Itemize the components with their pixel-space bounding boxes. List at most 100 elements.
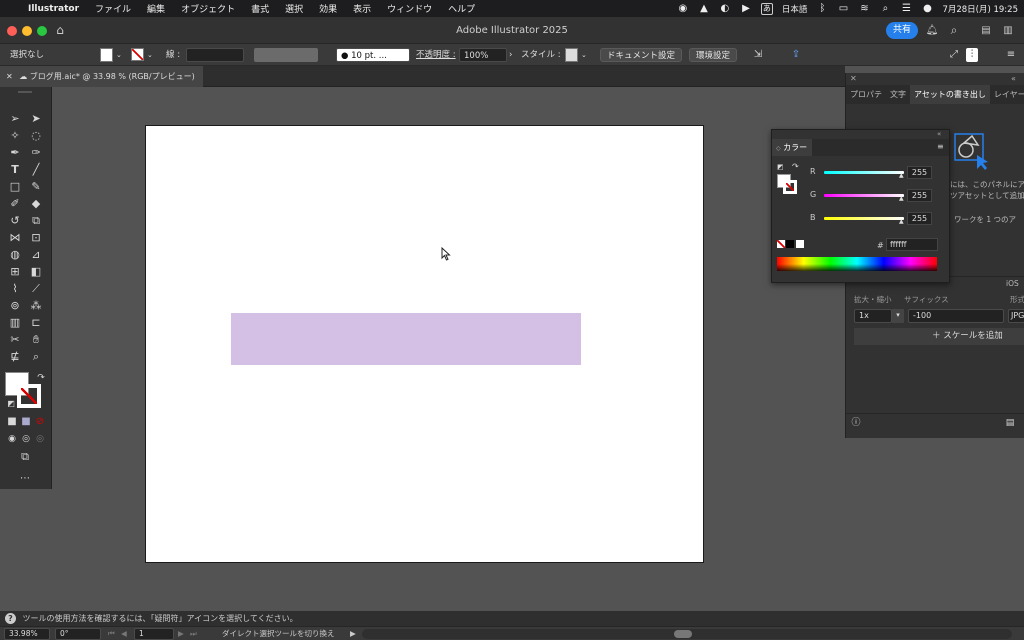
menu-type[interactable]: 書式 <box>243 2 277 15</box>
symbol-sprayer-tool-icon[interactable]: ⁂ <box>29 298 43 312</box>
menubar-clock[interactable]: 7月28日(月) 19:25 <box>942 3 1018 15</box>
zoom-tool-icon[interactable]: ⌕ <box>29 349 43 363</box>
format-select[interactable]: JPG <box>1008 309 1024 323</box>
variable-width-field[interactable] <box>254 48 318 62</box>
play-icon[interactable]: ▶ <box>740 3 752 15</box>
rotate-view-field[interactable]: 0° <box>55 628 101 640</box>
magic-wand-tool-icon[interactable]: ✧ <box>8 128 22 142</box>
default-fill-stroke-icon[interactable]: ◩ <box>4 397 18 411</box>
drive-icon[interactable]: ▲ <box>698 3 710 15</box>
prev-artboard-icon[interactable]: ◀ <box>121 628 127 640</box>
edit-toolbar-icon[interactable]: ⋯ <box>18 472 32 486</box>
shaper-tool-icon[interactable]: ✐ <box>8 196 22 210</box>
color-panel-collapse-icon[interactable]: « <box>937 130 941 138</box>
selection-tool-icon[interactable]: ➢ <box>8 111 22 125</box>
blend-tool-icon[interactable]: ⊚ <box>8 298 22 312</box>
swap-fill-stroke-icon[interactable]: ↷ <box>34 371 48 385</box>
none-swatch[interactable] <box>777 240 785 248</box>
menu-select[interactable]: 選択 <box>277 2 311 15</box>
opacity-label[interactable]: 不透明度 : <box>416 48 456 62</box>
menu-help[interactable]: ヘルプ <box>440 2 483 15</box>
right-panel-close-icon[interactable]: ✕ <box>850 74 857 83</box>
artboard-tool-icon[interactable]: ⊏ <box>29 315 43 329</box>
more-options-icon[interactable]: ≡ <box>1005 48 1017 62</box>
line-segment-tool-icon[interactable]: ╱ <box>29 162 43 176</box>
color-panel-tab[interactable]: ◇ カラー <box>772 139 812 156</box>
bluetooth-icon[interactable]: ᛒ <box>816 3 828 15</box>
brush-definition-field[interactable]: ● 10 pt. ... <box>336 48 410 62</box>
purple-rectangle[interactable] <box>231 313 581 365</box>
mesh-tool-icon[interactable]: ⊞ <box>8 264 22 278</box>
stroke-color-box[interactable] <box>17 384 41 408</box>
draw-inside-icon[interactable]: ◎ <box>33 432 47 446</box>
width-tool-icon[interactable]: ⋈ <box>8 230 22 244</box>
scale-chevron-icon[interactable]: ▾ <box>892 309 904 323</box>
scrollbar-thumb[interactable] <box>674 630 692 638</box>
gradient-mode-icon[interactable]: ■ <box>19 415 33 429</box>
red-value-field[interactable]: 255 <box>907 166 932 179</box>
first-artboard-icon[interactable]: ⏮ <box>108 628 115 640</box>
panel-options-icon[interactable]: ▤ <box>1004 417 1016 429</box>
share-button[interactable]: 共有 <box>886 22 918 39</box>
menu-object[interactable]: オブジェクト <box>173 2 243 15</box>
rectangle-tool-icon[interactable]: □ <box>8 179 22 193</box>
document-setup-button[interactable]: ドキュメント設定 <box>600 48 683 62</box>
tool-status-text[interactable]: ダイレクト選択ツールを切り換え <box>222 628 335 640</box>
lasso-tool-icon[interactable]: ◌ <box>29 128 43 142</box>
menu-window[interactable]: ウィンドウ <box>379 2 440 15</box>
siri-icon[interactable]: ● <box>921 3 933 15</box>
curvature-tool-icon[interactable]: ✑ <box>29 145 43 159</box>
slice-tool-icon[interactable]: ✂ <box>8 332 22 346</box>
scale-tool-icon[interactable]: ⧉ <box>29 213 43 227</box>
column-graph-tool-icon[interactable]: ▥ <box>8 315 22 329</box>
blue-slider-thumb[interactable]: ▲ <box>899 218 904 225</box>
tab-character[interactable]: 文字 <box>886 89 910 100</box>
chat-icon[interactable]: ◐ <box>719 3 731 15</box>
panels-icon[interactable]: ▥ <box>1002 25 1014 37</box>
stroke-weight-field[interactable] <box>186 48 244 62</box>
info-icon[interactable]: ⓘ <box>850 417 862 429</box>
last-artboard-icon[interactable]: ⏭ <box>190 628 197 640</box>
stroke-dropdown-chevron-icon[interactable]: ⌄ <box>147 48 153 62</box>
zoom-level-field[interactable]: 33.98% <box>4 628 50 640</box>
document-tab[interactable]: ✕ ☁ ブログ用.aic* @ 33.98 % (RGB/プレビュー) <box>0 66 203 87</box>
fill-swatch[interactable] <box>100 48 113 62</box>
input-source-label[interactable]: 日本語 <box>782 3 808 15</box>
menu-view[interactable]: 表示 <box>345 2 379 15</box>
color-spectrum-bar[interactable] <box>777 257 937 271</box>
suffix-input[interactable]: -100 <box>908 309 1004 323</box>
tab-asset-export[interactable]: アセットの書き出し <box>910 85 990 104</box>
none-mode-icon[interactable]: ⊘ <box>33 415 47 429</box>
swap-colors-icon[interactable]: ↷ <box>792 162 799 171</box>
wifi-icon[interactable]: ≋ <box>858 3 870 15</box>
adobe-cc-icon[interactable]: ◉ <box>677 3 689 15</box>
eyedropper-tool-icon[interactable]: ⌇ <box>8 281 22 295</box>
hex-value-field[interactable]: ffffff <box>886 238 938 251</box>
input-method-icon[interactable]: あ <box>760 2 773 15</box>
type-tool-icon[interactable]: T <box>8 162 22 176</box>
battery-icon[interactable]: ▭ <box>837 3 849 15</box>
arrange-icon[interactable]: ⇲ <box>752 48 764 62</box>
bell-icon[interactable]: 🔔︎ <box>926 25 939 37</box>
tab-properties[interactable]: プロパテ <box>846 89 886 100</box>
color-panel-menu-icon[interactable]: ≡ <box>937 142 944 151</box>
close-tab-icon[interactable]: ✕ <box>6 72 13 81</box>
white-swatch[interactable] <box>796 240 804 248</box>
publish-icon[interactable]: ⇪ <box>790 48 802 62</box>
fill-dropdown-chevron-icon[interactable]: ⌄ <box>116 48 122 62</box>
menu-app-name[interactable]: Illustrator <box>20 4 87 14</box>
rotate-tool-icon[interactable]: ↺ <box>8 213 22 227</box>
tab-layers[interactable]: レイヤー <box>990 89 1024 100</box>
add-scale-button[interactable]: ＋ スケールを追加 <box>854 328 1024 345</box>
control-center-icon[interactable]: ☰ <box>900 3 912 15</box>
spotlight-search-icon[interactable]: ⌕ <box>879 3 891 15</box>
blue-value-field[interactable]: 255 <box>907 212 932 225</box>
screen-mode-icon[interactable]: ⧉ <box>18 449 32 463</box>
gradient-tool-icon[interactable]: ◧ <box>29 264 43 278</box>
free-transform-tool-icon[interactable]: ⊡ <box>29 230 43 244</box>
next-artboard-icon[interactable]: ▶ <box>178 628 184 640</box>
hand-tool-icon[interactable]: ✋︎ <box>29 332 43 346</box>
default-colors-icon[interactable]: ◩ <box>777 163 784 171</box>
color-stroke-box[interactable] <box>783 180 797 194</box>
right-panel-collapse-icon[interactable]: « <box>1011 74 1016 83</box>
